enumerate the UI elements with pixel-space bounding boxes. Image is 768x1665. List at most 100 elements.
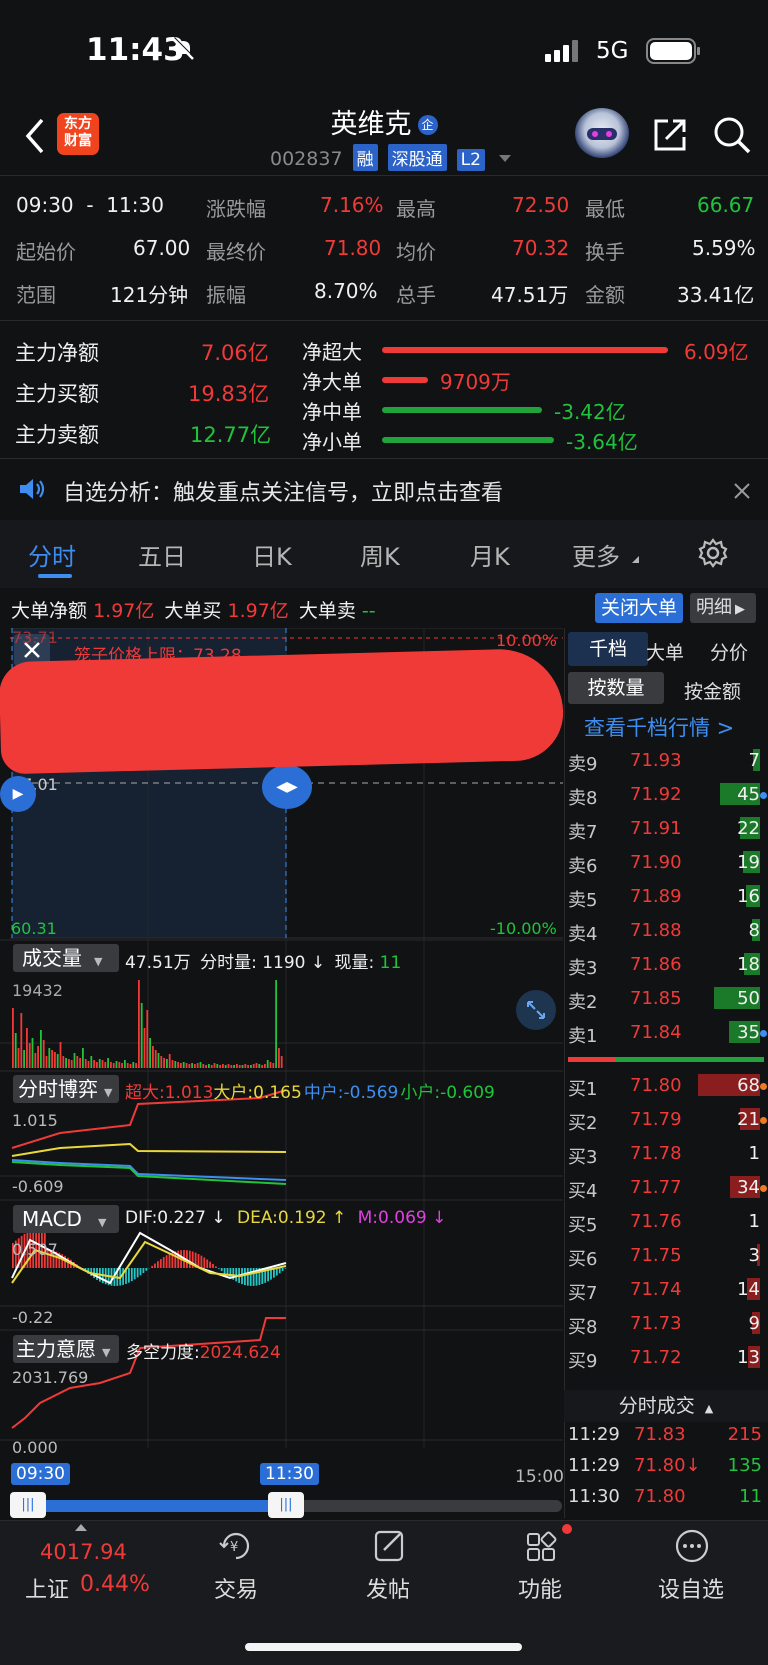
ob-price: 71.73	[630, 1313, 682, 1334]
bid-row[interactable]: 买6 71.75 3	[568, 1239, 768, 1273]
dropdown-icon[interactable]	[499, 155, 512, 162]
volume-bar	[160, 1056, 163, 1068]
volume-selector[interactable]: 成交量 ▼	[13, 944, 119, 972]
volume-bar	[154, 1050, 157, 1068]
volume-bar	[163, 1058, 165, 1068]
time-slider-fill	[14, 1500, 284, 1512]
volume-total: 47.51万	[125, 953, 191, 973]
post-icon[interactable]	[370, 1526, 410, 1566]
trade-time: 11:29	[568, 1455, 620, 1476]
volume-bar	[269, 1062, 272, 1068]
flow-label: 净中单	[302, 400, 362, 424]
bid-row[interactable]: 买5 71.76 1	[568, 1205, 768, 1239]
tab-daily-k[interactable]: 日K	[252, 537, 292, 572]
nav-function-label[interactable]: 功能	[518, 1572, 562, 1604]
trades-header[interactable]: 分时成交 ▲	[564, 1390, 768, 1422]
detail-label: 明细	[696, 597, 732, 618]
macd-bar	[136, 1268, 139, 1278]
nav-add-label[interactable]: 设自选	[658, 1572, 724, 1604]
force-selector[interactable]: 主力意愿 ▼	[13, 1335, 119, 1363]
more-circle-icon[interactable]	[672, 1526, 712, 1566]
ob-tab-big[interactable]: 大单	[646, 638, 684, 665]
ob-view-link[interactable]: 查看千档行情 >	[584, 712, 734, 742]
index-value[interactable]: 4017.94	[40, 1540, 127, 1564]
trade-icon[interactable]: ¥	[216, 1526, 256, 1566]
ob-volume: 68	[737, 1075, 760, 1096]
expand-icon[interactable]	[516, 990, 556, 1030]
macd-selector[interactable]: MACD ▼	[13, 1205, 119, 1233]
bid-row[interactable]: 买2 71.79 21	[568, 1103, 768, 1137]
ob-ratio-bar	[568, 1057, 764, 1062]
tab-monthly-k[interactable]: 月K	[470, 537, 510, 572]
bid-row[interactable]: 买3 71.78 1	[568, 1137, 768, 1171]
macd-bar	[229, 1268, 232, 1278]
volume-bar	[278, 1048, 280, 1068]
slider-right-handle[interactable]: |||	[268, 1492, 304, 1518]
volume-now-label: 现量:	[334, 953, 375, 973]
bid-row[interactable]: 买1 71.80 68	[568, 1069, 768, 1103]
volume-bar	[76, 1056, 79, 1068]
ob-sub-amount[interactable]: 按金额	[684, 677, 741, 704]
detail-button[interactable]: 明细 ▶	[690, 593, 756, 623]
volume-bar	[227, 1064, 230, 1068]
ask-row[interactable]: 卖9 71.93 7	[568, 744, 768, 778]
macd-bar	[139, 1268, 142, 1276]
tab-intraday[interactable]: 分时	[28, 537, 76, 572]
index-name[interactable]: 上证	[25, 1572, 69, 1604]
ob-price: 71.90	[630, 852, 682, 873]
ask-row[interactable]: 卖7 71.91 22	[568, 812, 768, 846]
macd-bar	[159, 1259, 162, 1268]
left-drag-handle[interactable]: ▶	[0, 776, 36, 812]
close-big-order-button[interactable]: 关闭大单	[595, 593, 683, 623]
ask-row[interactable]: 卖4 71.88 8	[568, 914, 768, 948]
range-drag-handle[interactable]: ◀▶	[262, 765, 312, 809]
game-legend: 超大:1.013大户:0.165 中户:-0.569 小户:-0.609	[125, 1078, 495, 1103]
bid-row[interactable]: 买4 71.77 34	[568, 1171, 768, 1205]
macd-bar	[165, 1255, 168, 1268]
close-notice-icon[interactable]	[731, 480, 753, 502]
bid-row[interactable]: 买7 71.74 14	[568, 1273, 768, 1307]
notice-text[interactable]: 自选分析：触发重点关注信号，立即点击查看	[63, 475, 503, 507]
settings-gear-icon[interactable]	[698, 538, 728, 568]
search-icon[interactable]	[712, 115, 752, 155]
volume-bar	[255, 1063, 258, 1068]
ob-volume: 21	[737, 1109, 760, 1130]
price-bottom-label: 60.31	[11, 919, 57, 938]
bid-row[interactable]: 买9 71.72 13	[568, 1341, 768, 1375]
ask-row[interactable]: 卖3 71.86 18	[568, 948, 768, 982]
tab-more[interactable]: 更多	[572, 537, 620, 572]
slider-left-handle[interactable]: |||	[10, 1492, 46, 1518]
tab-five-day[interactable]: 五日	[138, 537, 186, 572]
start-label: 起始价	[16, 240, 76, 264]
main-buy-value: 19.83亿	[188, 382, 270, 406]
nav-trade-label[interactable]: 交易	[214, 1572, 258, 1604]
volume-bar	[264, 1064, 266, 1068]
ask-row[interactable]: 卖6 71.90 19	[568, 846, 768, 880]
ask-row[interactable]: 卖1 71.84 35	[568, 1016, 768, 1050]
tab-weekly-k[interactable]: 周K	[360, 537, 400, 572]
chevron-down-icon: ▼	[94, 955, 103, 968]
ob-level: 买2	[568, 1113, 598, 1134]
chevron-down-icon: ▼	[102, 1346, 111, 1359]
ask-row[interactable]: 卖8 71.92 45	[568, 778, 768, 812]
volume-bar	[135, 1063, 137, 1068]
volume-bar	[219, 1065, 221, 1068]
ob-level: 卖7	[568, 822, 598, 843]
bid-row[interactable]: 买8 71.73 9	[568, 1307, 768, 1341]
macd-bar	[203, 1257, 206, 1268]
ask-row[interactable]: 卖2 71.85 50	[568, 982, 768, 1016]
nav-post-label[interactable]: 发帖	[366, 1572, 410, 1604]
share-icon[interactable]	[652, 117, 688, 153]
ob-level: 买8	[568, 1317, 598, 1338]
ob-tab-price[interactable]: 分价	[710, 638, 748, 665]
function-icon[interactable]	[522, 1526, 562, 1566]
ob-level: 卖2	[568, 992, 598, 1013]
robot-avatar-icon[interactable]	[575, 108, 629, 158]
game-selector[interactable]: 分时博弈 ▼	[13, 1075, 119, 1103]
volume-bar	[56, 1054, 59, 1068]
ask-row[interactable]: 卖5 71.89 16	[568, 880, 768, 914]
ob-sub-quantity[interactable]: 按数量	[568, 672, 664, 704]
turnover-label: 换手	[585, 240, 625, 264]
ob-tab-1000[interactable]: 千档	[568, 632, 648, 666]
index-change[interactable]: 0.44%	[80, 1572, 150, 1597]
